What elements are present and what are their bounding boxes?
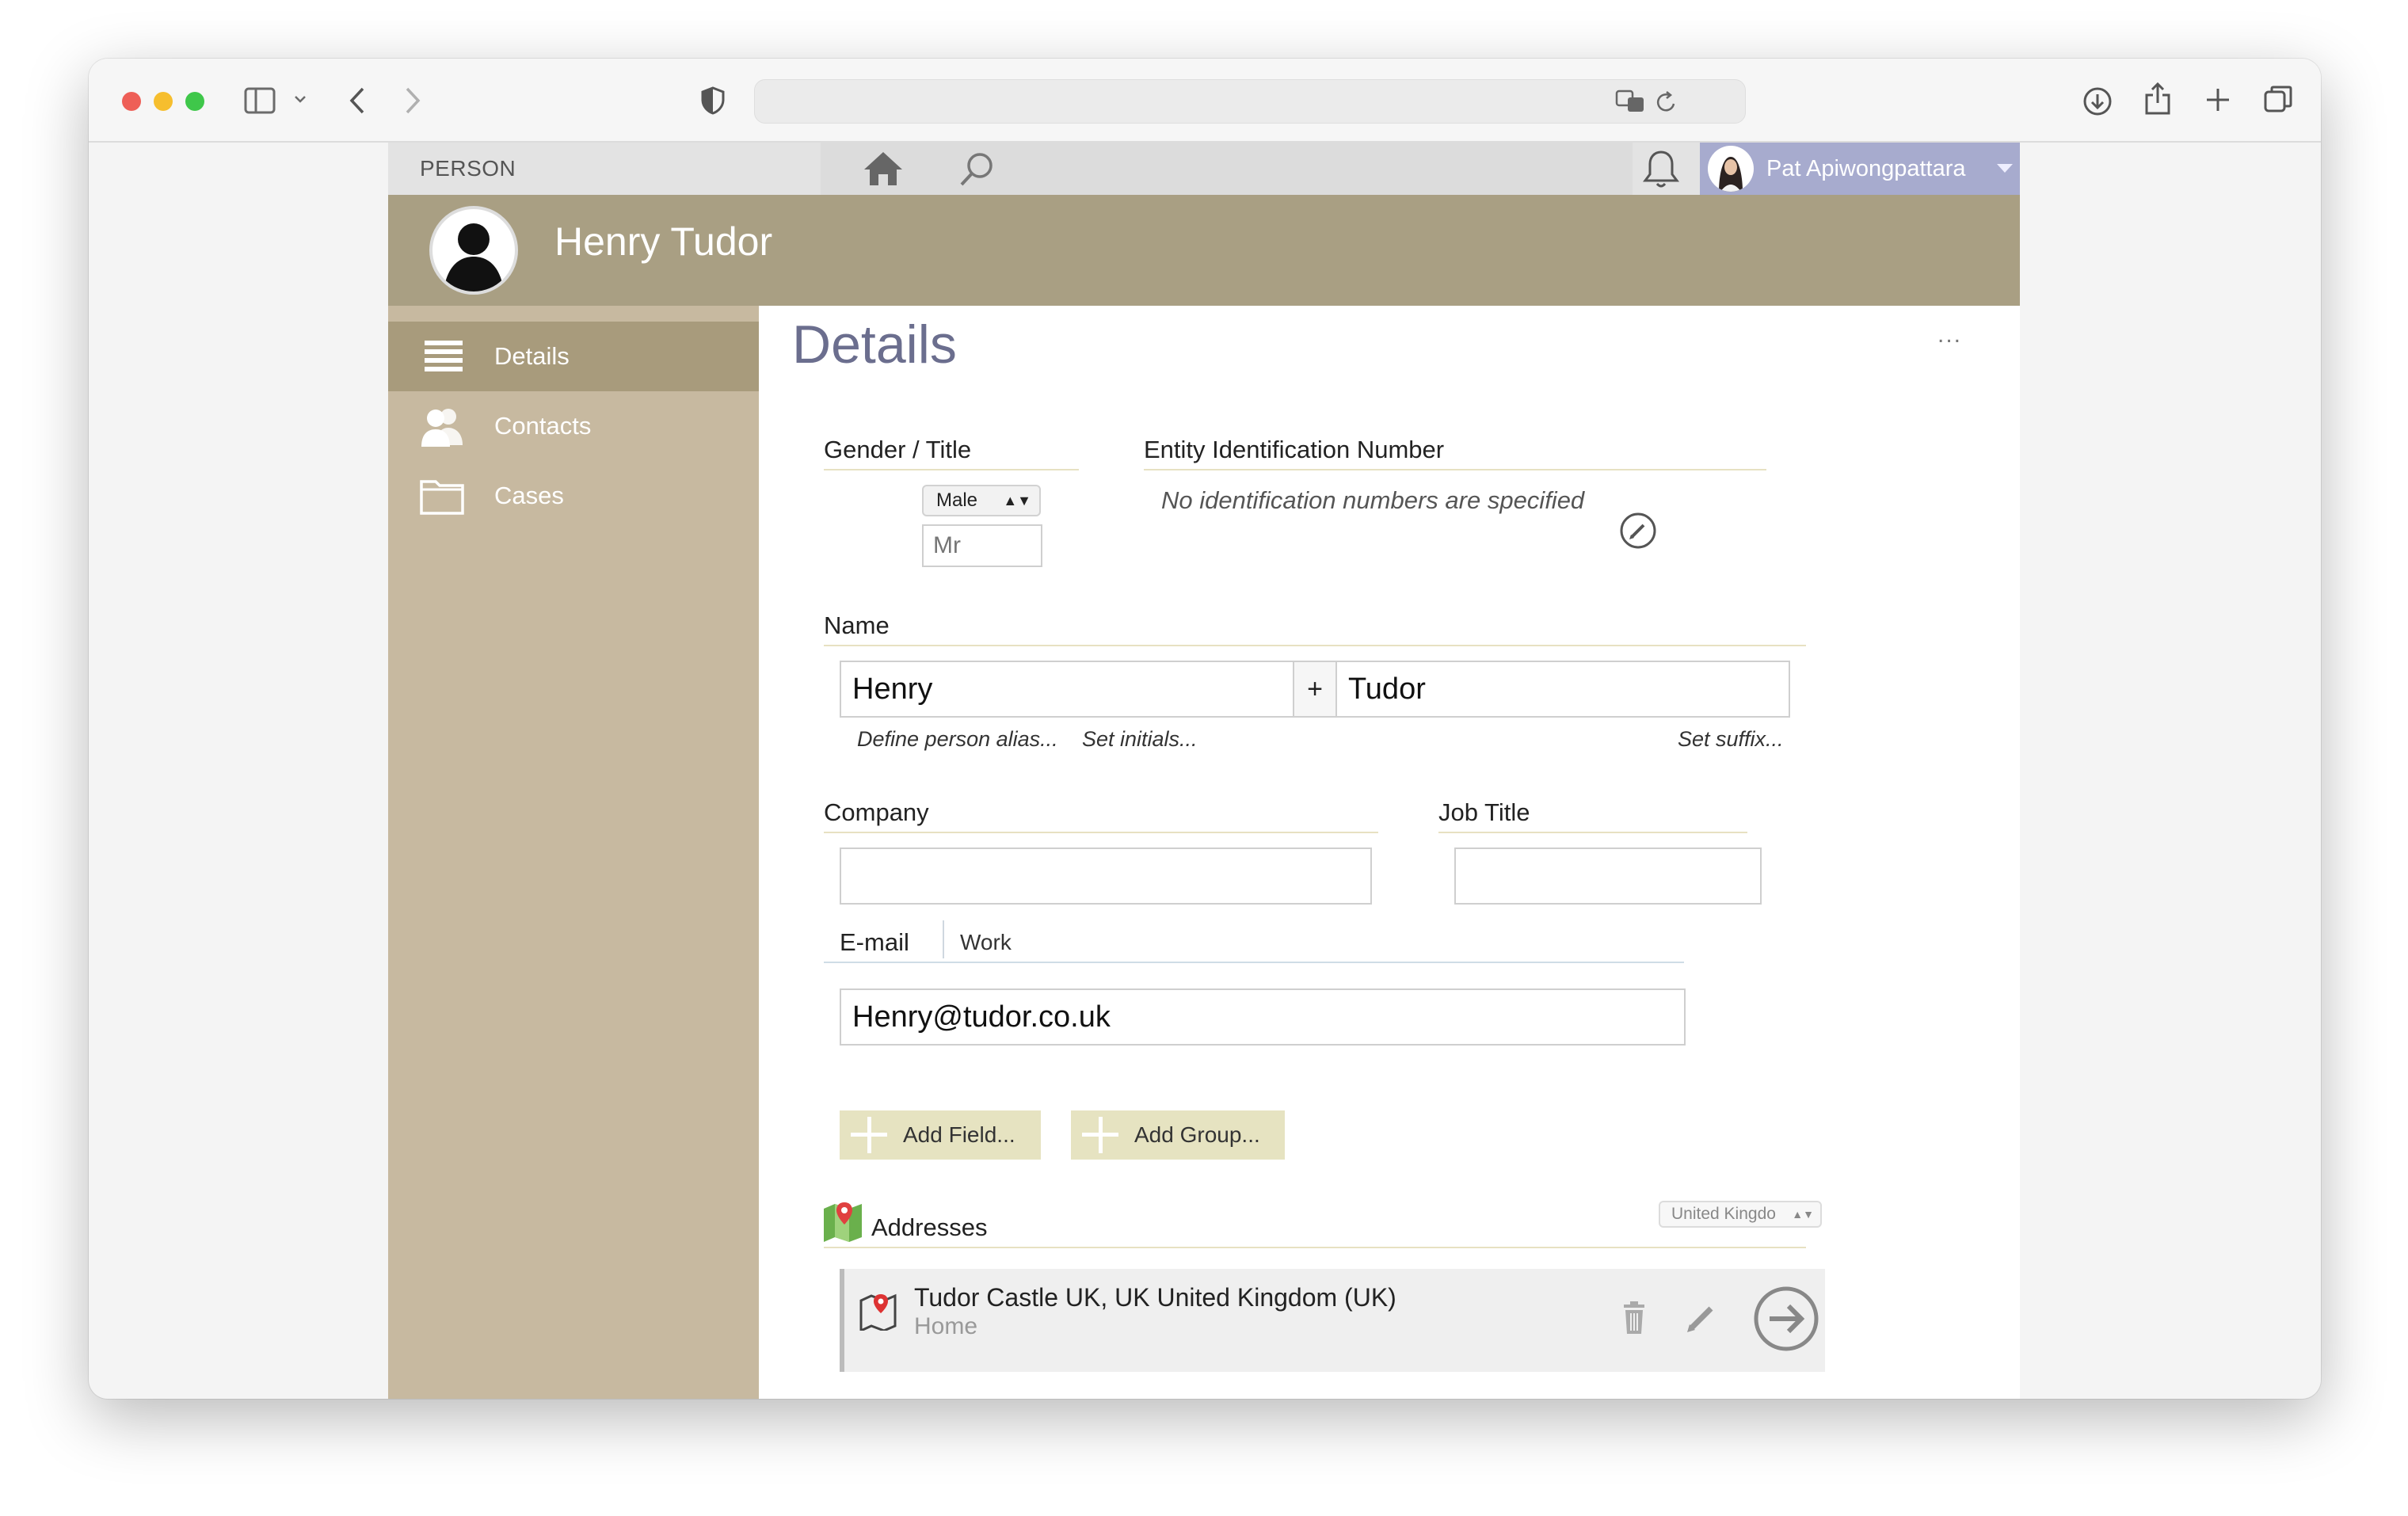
list-icon — [425, 341, 463, 371]
user-name: Pat Apiwongpattara — [1766, 156, 1966, 181]
details-panel: Details ... Gender / Title Male ▲▼ Entit… — [759, 306, 2020, 1399]
minimize-window-button[interactable] — [154, 92, 173, 111]
crm-app: PERSON Pat Apiwongpattara Henry Tudor De… — [388, 143, 2020, 1399]
edit-circle-icon[interactable] — [1619, 512, 1657, 550]
section-divider — [824, 1247, 1806, 1248]
person-avatar — [429, 206, 518, 295]
addresses-label: Addresses — [871, 1213, 988, 1241]
person-name: Henry Tudor — [554, 219, 773, 264]
nav-icons-bar — [821, 143, 1633, 195]
open-address-arrow-icon[interactable] — [1752, 1285, 1820, 1353]
country-select[interactable]: United Kingdo ▲▼ — [1659, 1201, 1822, 1228]
section-divider — [824, 469, 1079, 470]
country-value: United Kingdo — [1671, 1205, 1776, 1223]
first-name-input[interactable]: Henry — [840, 661, 1294, 718]
share-icon[interactable] — [2143, 81, 2172, 116]
folder-icon — [420, 480, 464, 515]
delete-trash-icon[interactable] — [1621, 1301, 1648, 1335]
close-window-button[interactable] — [122, 92, 141, 111]
sidebar-item-label: Details — [494, 342, 570, 370]
sidebar-item-cases[interactable]: Cases — [388, 461, 759, 531]
add-group-label: Add Group... — [1134, 1122, 1260, 1147]
tab-overview-icon[interactable] — [2262, 84, 2294, 116]
set-suffix-link[interactable]: Set suffix... — [1678, 727, 1784, 752]
person-silhouette-icon — [444, 223, 504, 291]
select-arrows-icon: ▲▼ — [1792, 1208, 1814, 1221]
section-divider — [824, 962, 1684, 963]
section-divider — [1438, 832, 1747, 833]
define-alias-link[interactable]: Define person alias... — [857, 727, 1058, 752]
new-tab-icon[interactable] — [2204, 86, 2232, 114]
section-divider — [824, 645, 1806, 646]
more-options-button[interactable]: ... — [1937, 322, 1962, 349]
user-menu[interactable]: Pat Apiwongpattara — [1700, 143, 2020, 195]
select-arrows-icon: ▲▼ — [1003, 493, 1031, 509]
browser-toolbar — [89, 59, 2321, 143]
address-type: Home — [914, 1313, 978, 1339]
search-icon[interactable] — [957, 149, 996, 189]
address-bar[interactable] — [754, 79, 1746, 124]
gender-title-label: Gender / Title — [824, 436, 972, 463]
email-type[interactable]: Work — [960, 930, 1012, 955]
section-divider — [824, 832, 1378, 833]
add-group-button[interactable]: Add Group... — [1071, 1110, 1285, 1160]
back-icon[interactable] — [347, 86, 368, 116]
email-label: E-mail — [840, 928, 909, 956]
company-input[interactable] — [840, 848, 1372, 905]
name-label: Name — [824, 611, 890, 639]
sidebar-item-contacts[interactable]: Contacts — [388, 391, 759, 461]
entity-id-empty-text: No identification numbers are specified — [1161, 486, 1585, 514]
page-title: Details — [792, 314, 957, 375]
job-title-input[interactable] — [1454, 848, 1762, 905]
company-label: Company — [824, 798, 929, 826]
sidebar-item-label: Contacts — [494, 412, 592, 440]
map-pin-icon — [824, 1202, 862, 1242]
downloads-icon[interactable] — [2082, 86, 2113, 117]
sidebar: Details Contacts Cases — [388, 306, 759, 1399]
browser-window: PERSON Pat Apiwongpattara Henry Tudor De… — [89, 59, 2321, 1399]
job-title-label: Job Title — [1438, 798, 1530, 826]
add-field-label: Add Field... — [903, 1122, 1015, 1147]
forward-icon[interactable] — [402, 86, 423, 116]
plus-icon — [849, 1115, 889, 1155]
address-line: Tudor Castle UK, UK United Kingdom (UK) — [914, 1283, 1396, 1312]
caret-down-icon[interactable] — [1996, 163, 2014, 174]
entity-id-label: Entity Identification Number — [1144, 436, 1445, 463]
module-label: PERSON — [420, 156, 516, 181]
sidebar-toggle-icon[interactable] — [244, 87, 276, 114]
set-initials-link[interactable]: Set initials... — [1082, 727, 1198, 752]
gender-value: Male — [936, 489, 978, 511]
email-label-divider — [943, 920, 944, 958]
name-join-plus[interactable]: + — [1294, 661, 1335, 718]
privacy-shield-icon[interactable] — [700, 86, 726, 116]
gender-select[interactable]: Male ▲▼ — [922, 485, 1041, 516]
translate-icon[interactable] — [1615, 88, 1647, 115]
sidebar-item-details[interactable]: Details — [388, 322, 759, 391]
user-avatar — [1708, 146, 1754, 192]
edit-pencil-icon[interactable] — [1684, 1301, 1719, 1335]
email-input[interactable]: Henry@tudor.co.uk — [840, 988, 1686, 1046]
title-input[interactable] — [922, 524, 1042, 567]
home-icon[interactable] — [862, 149, 905, 189]
section-divider — [1144, 469, 1766, 470]
contacts-icon — [421, 409, 463, 447]
plus-icon — [1080, 1115, 1120, 1155]
person-header: Henry Tudor — [388, 195, 2020, 306]
sidebar-item-label: Cases — [494, 482, 564, 509]
address-map-icon — [859, 1293, 897, 1331]
add-field-button[interactable]: Add Field... — [840, 1110, 1041, 1160]
chevron-down-icon[interactable] — [293, 93, 307, 105]
last-name-input[interactable]: Tudor — [1335, 661, 1790, 718]
reload-icon[interactable] — [1655, 90, 1678, 115]
zoom-window-button[interactable] — [185, 92, 204, 111]
address-row[interactable]: Tudor Castle UK, UK United Kingdom (UK) … — [840, 1269, 1825, 1372]
top-navigation-bar: PERSON Pat Apiwongpattara — [388, 143, 2020, 195]
notifications-bell-icon[interactable] — [1641, 147, 1681, 190]
